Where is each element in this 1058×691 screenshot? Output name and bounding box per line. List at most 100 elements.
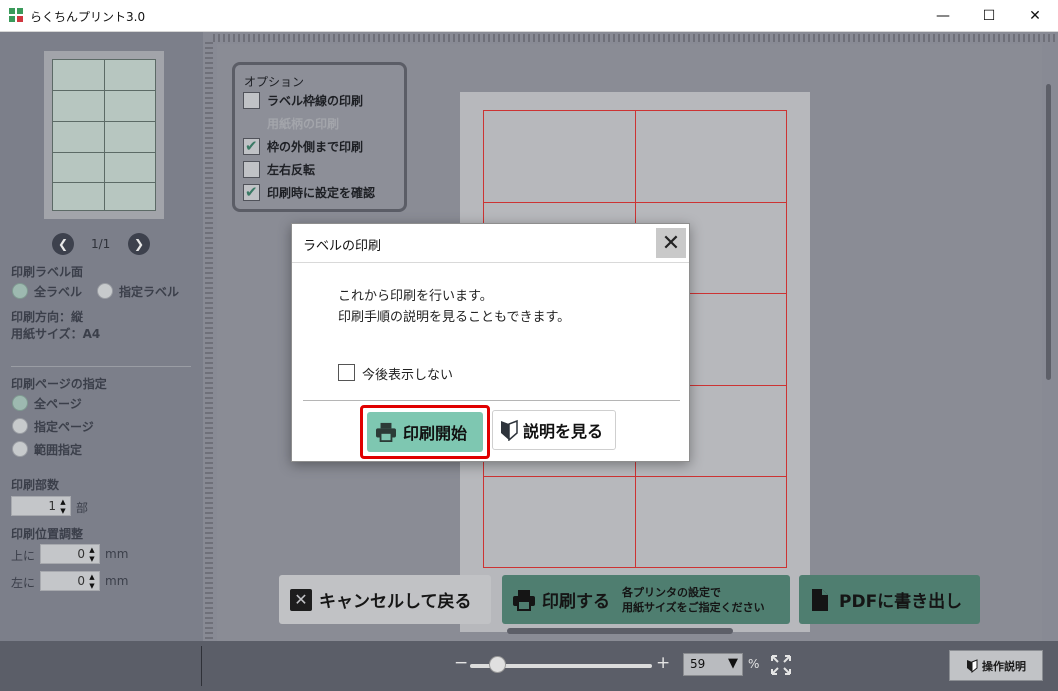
paper-size: 用紙サイズ：A4 [11, 327, 101, 341]
maximize-icon: ☐ [982, 8, 996, 24]
checkbox[interactable] [243, 161, 260, 178]
chevron-left-icon: ❮ [57, 237, 69, 251]
copies-unit: 部 [76, 501, 89, 515]
offset-left-stepper[interactable]: 0 ▲ ▼ [40, 571, 100, 591]
label-side-title: 印刷ラベル面 [11, 265, 84, 279]
page-indicator: 1/1 [91, 237, 111, 251]
divider [11, 366, 191, 367]
radio-specified-labels[interactable] [97, 283, 113, 299]
divider [303, 400, 680, 401]
checkbox[interactable] [243, 92, 260, 109]
offset-top-label: 上に [11, 549, 36, 563]
dialog-message-1: これから印刷を行います。 [338, 289, 493, 304]
option-label: 枠の外側まで印刷 [267, 140, 364, 154]
spin-up-icon[interactable]: ▲ [87, 546, 97, 554]
window-title: らくちんプリント3.0 [30, 10, 146, 24]
copies-title: 印刷部数 [11, 478, 60, 492]
dialog-title: ラベルの印刷 [303, 239, 382, 254]
option-label: ラベル枠線の印刷 [267, 94, 364, 108]
option-label: 左右反転 [267, 163, 316, 177]
page-spec-title: 印刷ページの指定 [11, 377, 107, 391]
close-icon: ✕ [1029, 8, 1041, 24]
radio-all-labels[interactable] [12, 283, 28, 299]
ruler-left [205, 42, 213, 641]
close-icon: ✕ [290, 588, 312, 611]
radio-specified-labels-label[interactable]: 指定ラベル [119, 283, 179, 300]
print-dialog: ラベルの印刷 ✕ これから印刷を行います。 印刷手順の説明を見ることもできます。… [291, 223, 690, 462]
footer-bar: − + 59 ▼ % 操作説明 [0, 641, 1058, 691]
offset-left-label: 左に [11, 576, 36, 590]
dont-show-checkbox[interactable] [338, 364, 355, 381]
prev-page-button[interactable]: ❮ [52, 233, 74, 255]
document-icon [812, 588, 828, 611]
thumbnail-labels [52, 59, 156, 211]
close-window-button[interactable]: ✕ [1012, 0, 1058, 32]
zoom-out-button[interactable]: − [454, 653, 468, 673]
radio-specified-pages-label[interactable]: 指定ページ [34, 418, 94, 435]
view-guide-label: 説明を見る [523, 422, 604, 441]
next-page-button[interactable]: ❯ [128, 233, 150, 255]
copies-value: 1 [48, 499, 56, 513]
highlight-box: 印刷開始 [360, 405, 490, 459]
dont-show-label[interactable]: 今後表示しない [362, 364, 453, 383]
offset-top-stepper[interactable]: 0 ▲ ▼ [40, 544, 100, 564]
checkbox[interactable] [243, 137, 260, 155]
print-button[interactable]: 印刷する 各プリンタの設定で 用紙サイズをご指定ください [502, 575, 790, 624]
print-note: 各プリンタの設定で 用紙サイズをご指定ください [622, 585, 765, 615]
options-title: オプション [244, 75, 305, 89]
print-orientation: 印刷方向：縦 [11, 310, 84, 324]
divider [201, 646, 202, 686]
minimize-icon: — [936, 8, 950, 24]
fit-screen-icon[interactable] [770, 654, 792, 676]
left-panel: ❮ 1/1 ❯ 印刷ラベル面 全ラベル 指定ラベル 印刷方向：縦 用紙サイズ：A… [0, 32, 203, 691]
cancel-back-label: キャンセルして戻る [319, 592, 472, 612]
radio-range[interactable] [12, 441, 28, 457]
ruler-top [213, 34, 1058, 42]
app-icon [9, 8, 23, 22]
copies-stepper[interactable]: 1 ▲ ▼ [11, 496, 71, 516]
zoom-in-button[interactable]: + [656, 653, 670, 673]
export-pdf-label: PDFに書き出し [839, 592, 963, 612]
start-print-label: 印刷開始 [403, 424, 468, 443]
minimize-button[interactable]: — [920, 0, 966, 32]
zoom-slider-handle[interactable] [488, 656, 506, 673]
export-pdf-button[interactable]: PDFに書き出し [799, 575, 980, 624]
radio-range-label[interactable]: 範囲指定 [34, 441, 82, 458]
shield-icon [967, 658, 978, 673]
radio-all-pages[interactable] [12, 395, 28, 411]
spin-down-icon[interactable]: ▼ [87, 582, 97, 590]
options-panel: オプション ラベル枠線の印刷 用紙柄の印刷 枠の外側まで印刷 左右反転 印刷時に… [232, 62, 407, 212]
horizontal-scrollbar[interactable] [507, 628, 733, 634]
chevron-down-icon: ▼ [728, 656, 738, 671]
spin-down-icon[interactable]: ▼ [58, 507, 68, 515]
page-thumbnail[interactable] [44, 51, 164, 219]
spin-up-icon[interactable]: ▲ [87, 573, 97, 581]
printer-icon [376, 422, 396, 442]
start-print-button[interactable]: 印刷開始 [367, 412, 483, 452]
option-label: 印刷時に設定を確認 [267, 186, 376, 200]
dialog-close-button[interactable]: ✕ [656, 228, 686, 258]
printer-icon [513, 589, 535, 611]
vertical-scrollbar[interactable] [1046, 84, 1051, 380]
view-guide-button[interactable]: 説明を見る [492, 410, 616, 450]
shield-icon [501, 419, 518, 441]
offset-left-value: 0 [77, 574, 85, 588]
print-note-line2: 用紙サイズをご指定ください [622, 600, 765, 614]
zoom-value: 59 [690, 657, 706, 671]
radio-specified-pages[interactable] [12, 418, 28, 434]
zoom-select[interactable]: 59 ▼ [683, 653, 743, 676]
maximize-button[interactable]: ☐ [966, 0, 1012, 32]
print-label: 印刷する [542, 592, 610, 612]
cancel-back-button[interactable]: ✕ キャンセルして戻る [279, 575, 491, 624]
close-icon: ✕ [661, 230, 681, 256]
offset-top-value: 0 [77, 547, 85, 561]
checkbox[interactable] [243, 183, 260, 201]
help-button[interactable]: 操作説明 [949, 650, 1043, 681]
help-label: 操作説明 [982, 659, 1026, 673]
chevron-right-icon: ❯ [133, 237, 145, 251]
spin-down-icon[interactable]: ▼ [87, 555, 97, 563]
spin-up-icon[interactable]: ▲ [58, 498, 68, 506]
radio-all-labels-label[interactable]: 全ラベル [34, 283, 82, 300]
radio-all-pages-label[interactable]: 全ページ [34, 395, 82, 412]
title-bar: らくちんプリント3.0 — ☐ ✕ [0, 0, 1058, 32]
